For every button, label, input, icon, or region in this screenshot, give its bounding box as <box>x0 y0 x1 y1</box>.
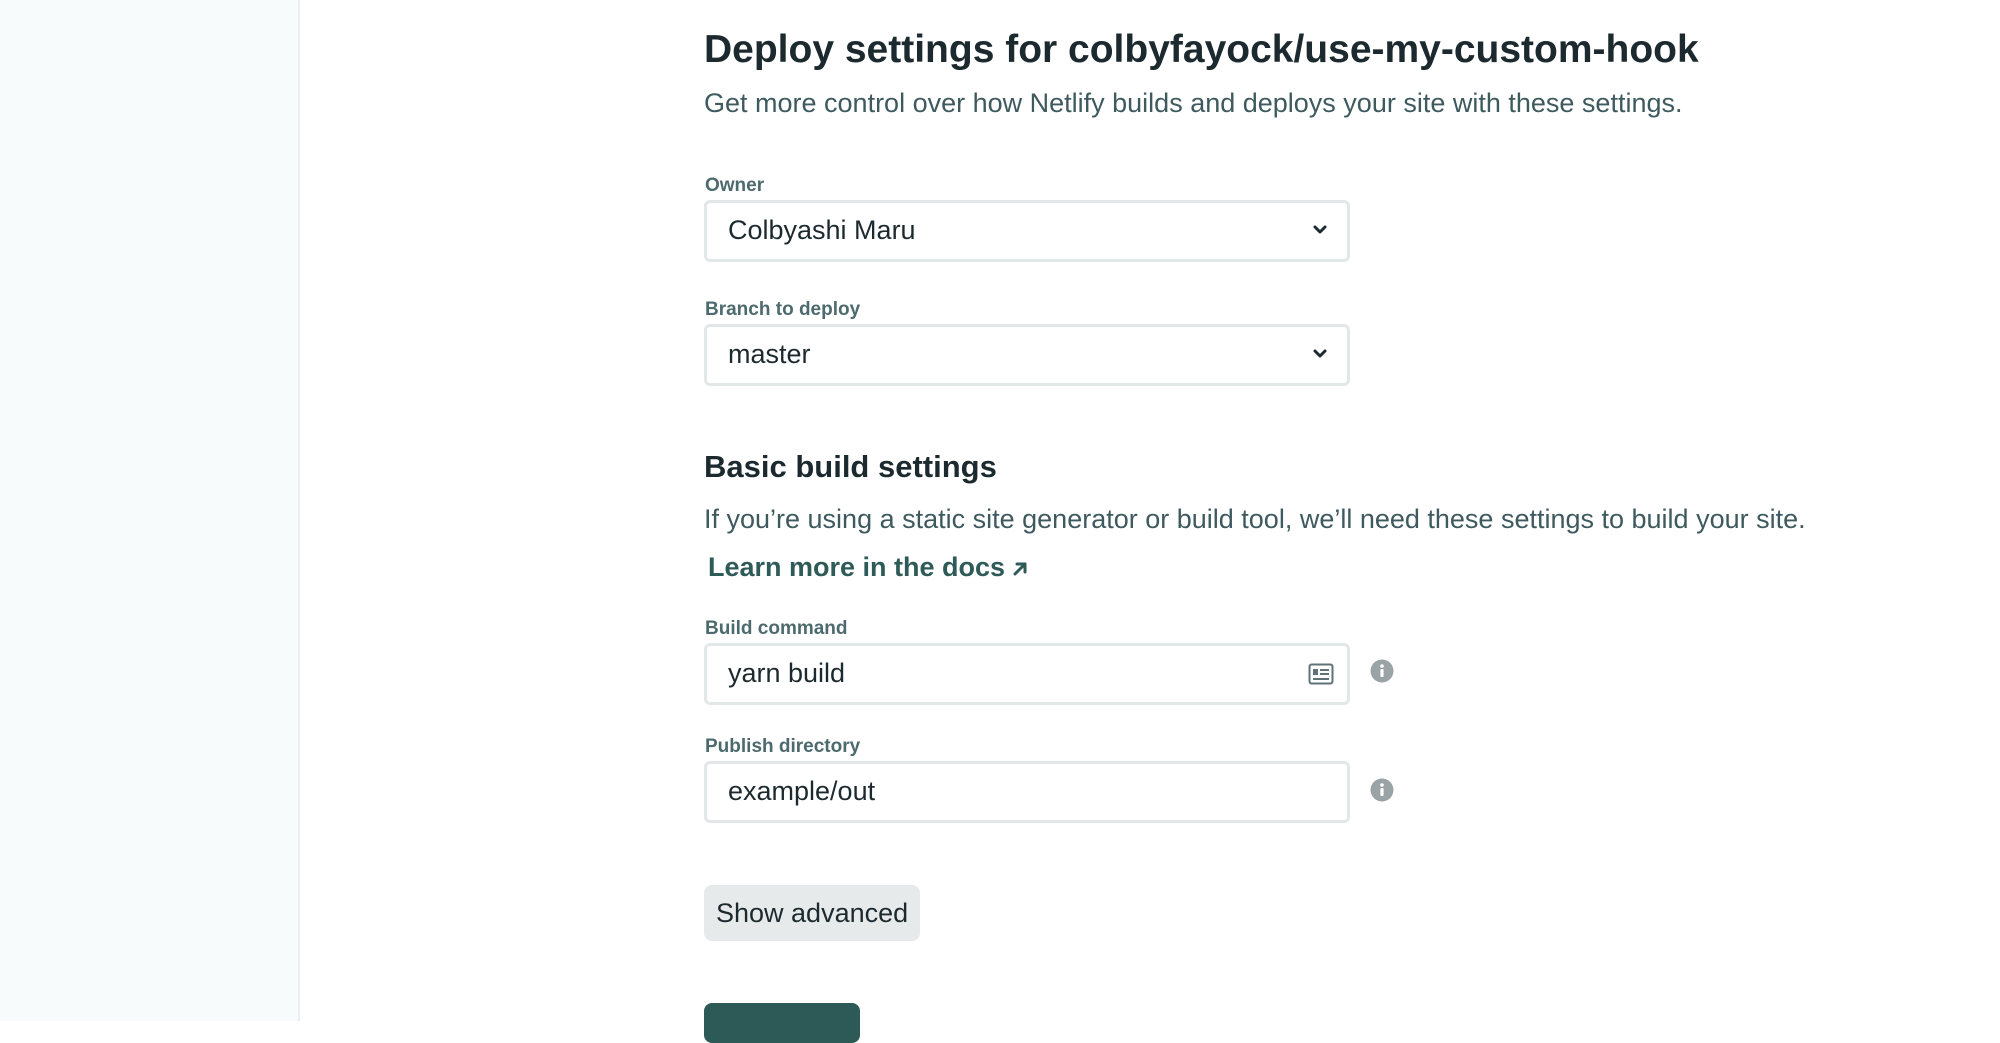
chevron-down-icon <box>1313 225 1327 234</box>
branch-selected-value: master <box>728 339 811 369</box>
publish-directory-input[interactable]: example/out <box>704 761 1350 823</box>
build-command-label: Build command <box>705 618 848 639</box>
docs-link-label: Learn more in the docs <box>708 552 1006 582</box>
sidebar <box>0 0 300 1021</box>
branch-select[interactable]: master <box>704 324 1350 386</box>
page-subtitle: Get more control over how Netlify builds… <box>704 88 1683 118</box>
publish-directory-label: Publish directory <box>705 736 861 757</box>
info-icon[interactable] <box>1370 778 1394 802</box>
deploy-settings-panel: Deploy settings for colbyfayock/use-my-c… <box>704 0 1904 1043</box>
document-icon[interactable] <box>1308 662 1334 686</box>
page-title: Deploy settings for colbyfayock/use-my-c… <box>704 28 1699 71</box>
section-description: If you’re using a static site generator … <box>704 495 1824 591</box>
section-description-text: If you’re using a static site generator … <box>704 504 1806 534</box>
owner-label: Owner <box>705 175 765 196</box>
section-title-basic-build: Basic build settings <box>704 449 997 484</box>
build-command-value: yarn build <box>728 658 846 688</box>
build-command-input[interactable]: yarn build <box>704 643 1350 705</box>
external-link-icon <box>1013 562 1027 576</box>
show-advanced-button[interactable]: Show advanced <box>704 885 921 941</box>
deploy-site-button[interactable] <box>704 1003 860 1043</box>
chevron-down-icon <box>1313 349 1327 358</box>
owner-select[interactable]: Colbyashi Maru <box>704 200 1350 262</box>
publish-directory-value: example/out <box>728 776 876 806</box>
info-icon[interactable] <box>1370 659 1394 683</box>
docs-link[interactable]: Learn more in the docs <box>708 552 1029 582</box>
owner-selected-value: Colbyashi Maru <box>728 215 916 245</box>
branch-label: Branch to deploy <box>705 299 861 320</box>
